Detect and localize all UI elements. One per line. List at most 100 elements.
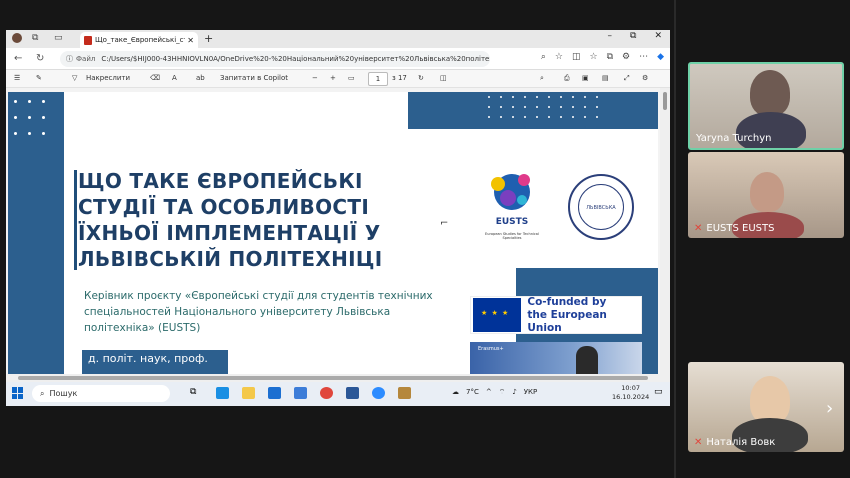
collections-icon-2[interactable]: ⧉ [607, 52, 613, 62]
save-as-icon[interactable]: ▤ [602, 74, 609, 82]
read-aloud-icon[interactable]: ab [196, 74, 205, 82]
refresh-icon[interactable]: ↻ [36, 53, 50, 64]
next-page-icon[interactable]: › [826, 398, 833, 419]
url-scheme-label: Файл [76, 55, 96, 63]
participant-name: EUSTS EUSTS [706, 223, 775, 234]
highlight-icon[interactable]: ✎ [36, 74, 42, 82]
pdf-slide: ЩО ТАКЕ ЄВРОПЕЙСЬКІ СТУДІЇ ТА ОСОБЛИВОСТ… [8, 92, 658, 374]
page-view-icon[interactable]: ◫ [440, 74, 447, 82]
slide-top-right-bar [408, 92, 658, 129]
more-icon[interactable]: ⋯ [639, 52, 648, 62]
copilot-button[interactable]: Запитати в Copilot [220, 74, 288, 82]
zoom-app-icon[interactable] [372, 387, 385, 399]
save-icon[interactable]: ▣ [582, 74, 589, 82]
zoom-icon[interactable]: ⌕ [541, 52, 546, 62]
lviv-polytechnic-seal: ЛЬВІВСЬКА ПОЛІТЕХНІКА [568, 174, 634, 240]
chrome-icon[interactable] [320, 387, 333, 399]
address-icons: ⌕ ☆ ◫ ☆ ⧉ ⚙ ⋯ ◆ [541, 52, 664, 62]
slide-title: ЩО ТАКЕ ЄВРОПЕЙСЬКІ СТУДІЇ ТА ОСОБЛИВОСТ… [78, 169, 383, 271]
settings-icon[interactable]: ⚙ [642, 74, 648, 82]
eu-cofunded-logo: Co-funded by the European Union [470, 296, 642, 334]
mic-muted-icon: ✕ [694, 223, 703, 234]
mic-muted-icon: ✕ [694, 437, 703, 448]
copilot-icon[interactable]: ◆ [657, 52, 664, 62]
close-tab-icon[interactable]: ✕ [187, 36, 194, 45]
participant-name: Yaryna Turchyn [696, 133, 772, 144]
address-bar-row: ← ↻ ⓘ Файл C:/Users/$HIJ000-43HHNIOVLN0A… [6, 48, 670, 70]
collections-icon[interactable]: ⧉ [32, 33, 38, 43]
tray-chevron-icon[interactable]: ^ [486, 388, 492, 397]
contents-icon[interactable]: ☰ [14, 74, 20, 82]
print-icon[interactable]: ⎙ [564, 74, 570, 83]
volume-icon[interactable]: ♪ [512, 388, 516, 397]
draw-button[interactable]: Накреслити [86, 74, 130, 82]
edge-icon[interactable] [216, 387, 229, 399]
taskbar-search[interactable]: ⌕ Пошук [32, 385, 170, 402]
fit-page-icon[interactable]: ▭ [348, 74, 355, 82]
search-icon[interactable]: ⌕ [540, 74, 544, 83]
windows-taskbar: ⌕ Пошук ⧉ ☁ 7°C ^ ⌔ ♪ УКР 10:07 16.10.20… [6, 382, 670, 406]
participant-body [736, 112, 806, 148]
tab-title: Що_таке_Європейські_студ... [95, 36, 185, 44]
url-text: C:/Users/$HIJ000-43HHNIOVLN0A/OneDrive%2… [101, 55, 490, 63]
photo-person [576, 346, 598, 374]
window-controls: – ⧉ ✕ [608, 31, 662, 41]
eraser-icon[interactable]: ⌫ [150, 74, 160, 82]
address-bar[interactable]: ⓘ Файл C:/Users/$HIJ000-43HHNIOVLN0A/One… [60, 51, 490, 67]
participant-tile-2[interactable]: ✕ EUSTS EUSTS [688, 152, 844, 238]
participant-video [750, 172, 784, 212]
eu-flag-icon [473, 298, 522, 332]
fullscreen-icon[interactable]: ⤢ [624, 74, 630, 83]
mouse-cursor-icon: ⌐ [440, 218, 449, 229]
info-icon: ⓘ [66, 55, 73, 63]
minimize-button[interactable]: – [608, 31, 613, 41]
mail-icon[interactable] [268, 387, 281, 399]
search-icon-taskbar: ⌕ [40, 388, 45, 398]
participant-tile-3[interactable]: ✕ Наталія Вовк [688, 362, 844, 452]
tab-actions-icon[interactable]: ▭ [54, 33, 63, 43]
participant-video [750, 70, 790, 116]
eu-text-line2: the European Union [527, 308, 607, 334]
rotate-icon[interactable]: ↻ [418, 74, 424, 82]
extensions-icon[interactable]: ⚙ [622, 52, 630, 62]
tab-pdf[interactable]: Що_таке_Європейські_студ... ✕ [80, 32, 198, 48]
split-screen-icon[interactable]: ◫ [572, 52, 581, 62]
eusts-logo: EUSTS European Studies for Technical Spe… [484, 168, 540, 242]
meeting-window: ⧉ ▭ Що_таке_Європейські_студ... ✕ + – ⧉ … [0, 0, 850, 478]
language-indicator[interactable]: УКР [524, 388, 537, 397]
favorites-icon[interactable]: ☆ [589, 52, 597, 62]
task-view-icon[interactable]: ⧉ [190, 387, 203, 399]
page-number-input[interactable]: 1 [368, 72, 388, 86]
text-icon[interactable]: A [172, 74, 177, 82]
seal-text: ЛЬВІВСЬКА ПОЛІТЕХНІКА [578, 184, 624, 230]
horizontal-scrollbar[interactable] [6, 374, 670, 382]
close-button[interactable]: ✕ [654, 31, 662, 41]
favorite-icon[interactable]: ☆ [555, 52, 563, 62]
title-accent-line [74, 170, 77, 270]
slide-left-bar [8, 92, 64, 374]
network-icon[interactable]: ⌔ [499, 388, 506, 397]
draw-icon[interactable]: ▽ [72, 74, 77, 82]
temperature: 7°C [466, 388, 479, 396]
vertical-scrollbar[interactable] [660, 88, 670, 374]
maximize-button[interactable]: ⧉ [630, 31, 636, 41]
new-tab-button[interactable]: + [204, 32, 213, 45]
profile-avatar-icon[interactable] [12, 33, 22, 43]
windows-start-icon[interactable] [12, 387, 24, 399]
pdf-icon [84, 35, 92, 45]
clock-time: 10:07 [621, 384, 640, 392]
zoom-out-button[interactable]: − [312, 74, 318, 82]
participant-tile-1[interactable]: Yaryna Turchyn [688, 62, 844, 150]
store-icon[interactable] [294, 387, 307, 399]
file-explorer-icon[interactable] [242, 387, 255, 399]
notifications-icon[interactable]: ▭ [654, 387, 663, 397]
back-icon[interactable]: ← [14, 53, 28, 64]
taskbar-clock[interactable]: 10:07 16.10.2024 [612, 384, 649, 402]
word-icon[interactable] [346, 387, 359, 399]
panel-divider[interactable] [674, 0, 676, 478]
browser-tab-bar: ⧉ ▭ Що_таке_Європейські_студ... ✕ + – ⧉ … [6, 30, 670, 48]
zoom-in-button[interactable]: + [330, 74, 336, 82]
app-icon[interactable] [398, 387, 411, 399]
participant-video [750, 376, 790, 424]
weather-icon[interactable]: ☁ [452, 388, 459, 397]
